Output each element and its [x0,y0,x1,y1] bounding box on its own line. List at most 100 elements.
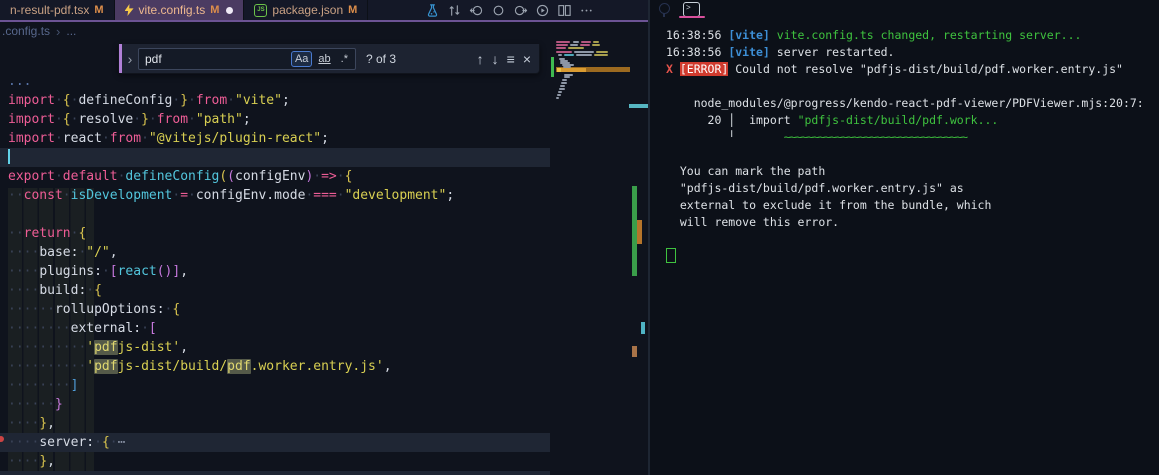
find-in-selection-button[interactable]: ≡ [507,52,515,66]
terminal-panel[interactable]: > 16:38:56 [vite] vite.config.ts changed… [650,0,1159,475]
more-actions-icon[interactable] [578,2,594,18]
terminal-token: [vite] [728,28,770,42]
code-token: import [8,131,55,146]
code-line[interactable]: export·default·defineConfig((configEnv)·… [0,167,550,186]
whole-word-toggle[interactable]: ab [314,51,334,67]
code-line[interactable]: import·{·defineConfig·}·from·"vite"; [0,91,550,110]
toggle-replace-chevron-icon[interactable]: › [122,51,138,67]
code-line[interactable]: ········external:·[ [0,319,550,338]
code-token: () [156,264,173,279]
circle-arrow-left-icon[interactable] [468,2,484,18]
code-token: ·· [8,226,24,241]
code-token: · [62,188,71,203]
terminal-tab-icon[interactable]: > [683,2,700,17]
terminal-token: X [666,62,680,76]
code-token: ········ [8,378,71,393]
breadcrumb-file[interactable]: .config.ts [2,24,50,38]
code-line[interactable]: ... [0,72,550,91]
code-line[interactable]: ······rollupOptions:·{ [0,300,550,319]
code-token: isDevelopment [70,188,173,203]
code-token: pdf [94,340,118,355]
code-line[interactable]: ······} [0,395,550,414]
breadcrumb-more[interactable]: ... [66,24,76,38]
find-query-text[interactable]: pdf [145,52,289,66]
code-token: · [54,169,63,184]
circle-arrow-right-icon[interactable] [512,2,528,18]
code-line[interactable] [0,205,550,224]
code-line[interactable]: ····}, [0,452,550,471]
find-input[interactable]: pdf Aa ab .* [138,47,356,70]
tab-package.json[interactable]: JS package.json M [244,0,369,20]
code-line[interactable]: ····build:·{ [0,281,550,300]
code-token: · [141,321,149,336]
code-token: plugins: [39,264,102,279]
terminal-token: "pdfjs-dist/build/pdf.worker.entry.js" a… [666,181,964,195]
code-token: { [62,93,71,108]
flask-icon[interactable] [424,2,440,18]
breadcrumb[interactable]: .config.ts › ... [2,22,76,40]
terminal-token: "pdfjs-dist/build/pdf.work... [797,113,999,127]
minimap[interactable] [553,40,630,470]
code-token: external: [70,321,142,336]
previous-match-button[interactable]: ↑ [477,52,484,66]
compare-changes-icon[interactable] [446,2,462,18]
terminal-token: [ERROR] [679,62,729,76]
code-token: .worker.entry.js' [250,359,384,374]
code-token: from [109,131,142,146]
code-token: const [23,188,63,203]
code-line[interactable]: ····server:·{·⋯ [0,433,550,452]
vscode-window: n-result-pdf.tsx Mvite.config.ts M JS packag… [0,0,1159,475]
find-widget: › pdf Aa ab .* ? of 3 ↑ ↓ ≡ × [118,44,540,74]
code-token: ; [321,131,329,146]
minimap-code-row [592,44,600,46]
code-token: · [141,131,149,146]
minimap-code-row [563,66,571,68]
code-token: ········ [8,321,71,336]
code-line[interactable]: ··const·isDevelopment·=·configEnv.mode·=… [0,186,550,205]
code-token: ⋯ [117,435,126,450]
code-editor[interactable]: ... import·{·defineConfig·}·from·"vite"; i… [0,72,553,471]
regex-toggle[interactable]: .* [337,51,352,67]
code-line[interactable]: ····base:·"/", [0,243,550,262]
code-token: , [180,264,189,279]
run-circle-icon[interactable] [534,2,550,18]
close-find-button[interactable]: × [523,52,531,66]
minimap-code-row [593,41,599,43]
code-token: export [8,169,55,184]
code-token: build: [39,283,87,298]
terminal-token: server restarted. [769,45,895,59]
find-results-count: ? of 3 [366,51,397,66]
code-line[interactable]: ········] [0,376,550,395]
next-match-button[interactable]: ↓ [492,52,499,66]
tab-n-result-pdf.tsx[interactable]: n-result-pdf.tsx M [0,0,115,20]
code-token: · [54,93,63,108]
match-case-toggle[interactable]: Aa [290,50,313,67]
code-token: ( [227,169,235,184]
tab-label: vite.config.ts [138,3,206,17]
modified-badge: M [348,4,358,16]
terminal-line: ╵ ~~~~~~~~~~~~~~~~~~~~~~~~~~~~~~~~ [666,129,1144,146]
code-line[interactable]: ····}, [0,414,550,433]
minimap-code-row [594,54,608,56]
code-line[interactable]: ··return·{ [0,224,550,243]
code-token: js-dist/build/ [117,359,228,374]
code-token: · [133,112,142,127]
modified-badge: M [210,4,220,16]
code-token: · [101,264,110,279]
code-line[interactable]: import·react·from·"@vitejs/plugin-react"… [0,129,550,148]
split-editor-icon[interactable] [556,2,572,18]
code-line[interactable]: ····plugins:·[react()], [0,262,550,281]
code-token: , [47,416,55,431]
code-token: ( [219,169,228,184]
tab-vite.config.ts[interactable]: vite.config.ts M [114,0,245,20]
code-line[interactable]: ··········'pdfjs-dist/build/pdf.worker.e… [0,357,550,376]
code-token: base: [39,245,79,260]
code-token: pdf [94,359,118,374]
code-line[interactable]: ··········'pdfjs-dist', [0,338,550,357]
code-line[interactable]: import·{·resolve·}·from·"path"; [0,110,550,129]
code-token: ·········· [8,359,87,374]
code-line[interactable] [0,148,550,167]
overview-ruler[interactable] [628,0,648,475]
terminal-cursor [666,248,676,263]
circle-icon[interactable] [490,2,506,18]
